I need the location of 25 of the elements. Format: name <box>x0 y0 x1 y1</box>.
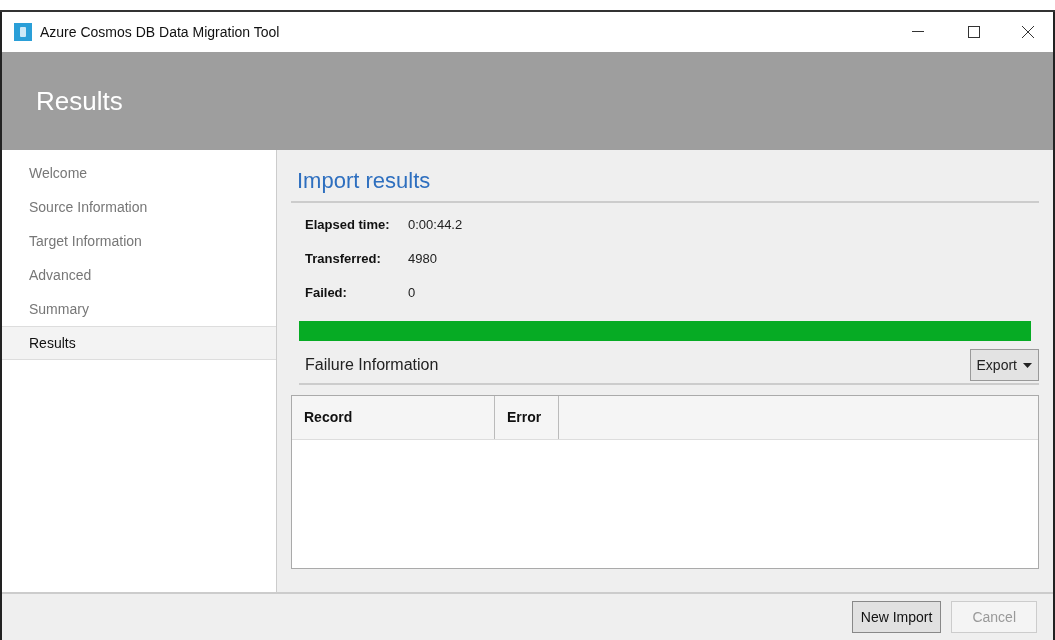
column-header[interactable]: Error <box>495 396 559 439</box>
app-icon <box>14 23 32 41</box>
footer-button[interactable]: New Import <box>851 601 942 633</box>
section-title: Failure Information <box>304 355 439 375</box>
window-title: Azure Cosmos DB Data Migration Tool <box>40 22 280 42</box>
sidebar-item[interactable]: Welcome <box>2 156 276 190</box>
sidebar-item[interactable]: Advanced <box>2 258 276 292</box>
sidebar-item[interactable]: Summary <box>2 292 276 326</box>
section-title: Import results <box>291 150 1039 203</box>
stat-label: Transferred: <box>304 250 382 269</box>
stat-value: 4980 <box>408 250 437 269</box>
stat-value: 0:00:44.2 <box>408 216 463 235</box>
column-header[interactable]: Record <box>292 396 495 439</box>
sidebar-item[interactable]: Source Information <box>2 190 276 224</box>
export-button[interactable]: Export <box>969 349 1039 381</box>
sidebar-item[interactable]: Target Information <box>2 224 276 258</box>
page-title: Results <box>36 84 123 118</box>
caret-icon <box>1023 362 1032 368</box>
stat-label: Failed: <box>304 284 348 303</box>
maximize-icon <box>968 26 980 38</box>
stat-value: 0 <box>408 284 416 303</box>
minimize-icon <box>912 31 924 33</box>
close-icon <box>1022 26 1034 38</box>
sidebar-item[interactable]: Results <box>2 326 276 360</box>
stat-label: Elapsed time: <box>304 216 391 235</box>
